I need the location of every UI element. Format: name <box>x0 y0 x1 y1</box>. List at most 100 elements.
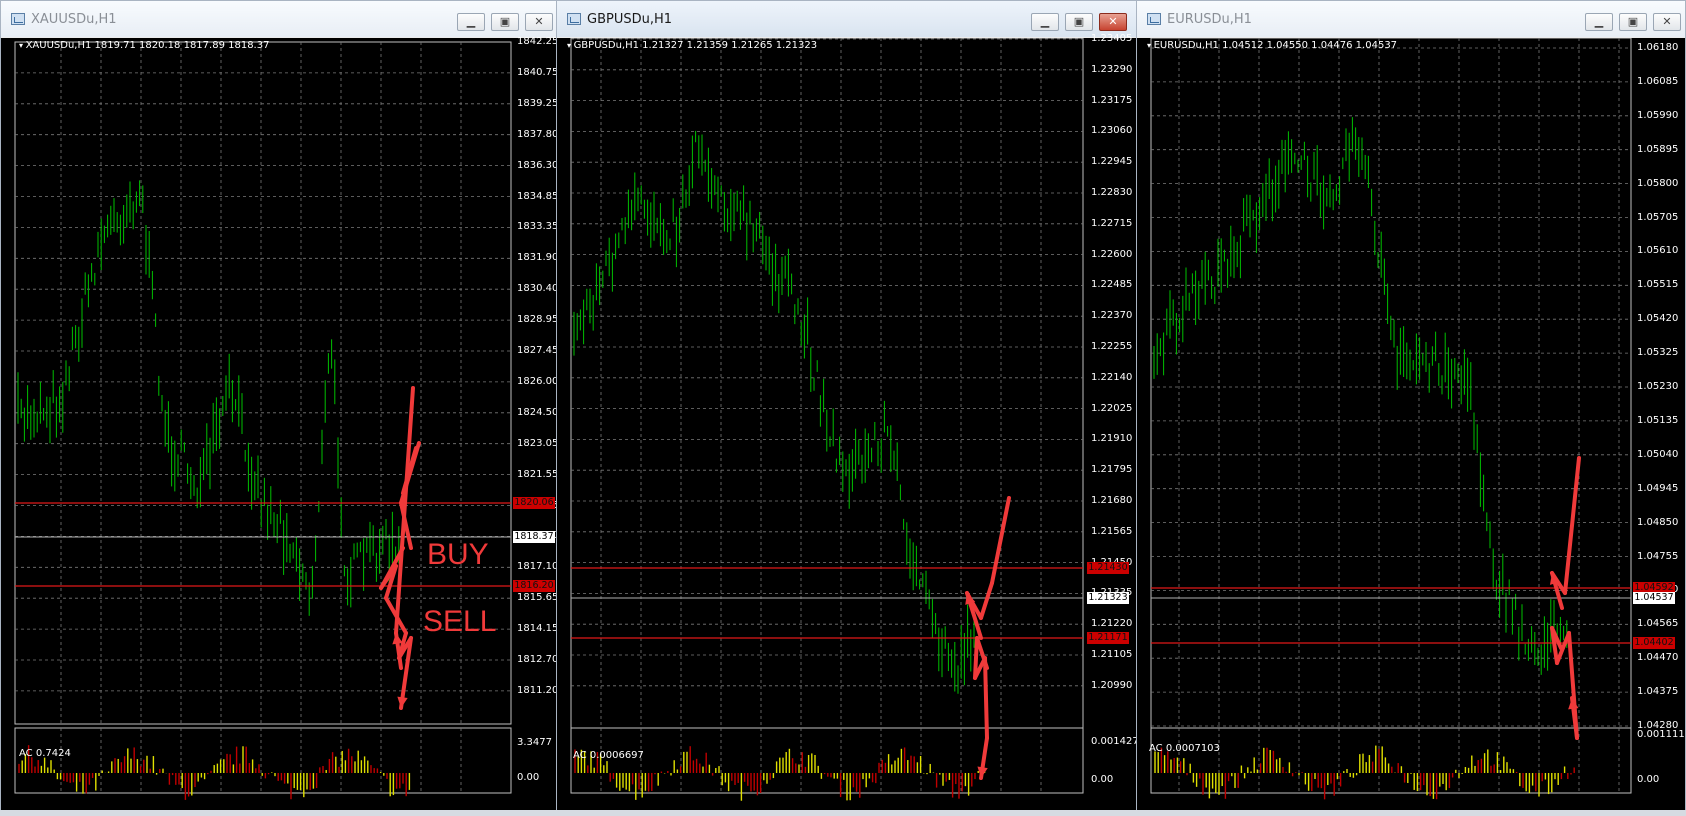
chart-window-icon <box>11 13 25 25</box>
price-tick-label: 1.05705 <box>1637 211 1679 223</box>
price-tick-label: 1.21220 <box>1091 618 1133 630</box>
price-tick-label: 1834.85 <box>517 190 558 202</box>
price-tick-label: 1.05515 <box>1637 279 1679 291</box>
price-tick-label: 1814.15 <box>517 623 558 635</box>
indicator-tick-label: 0.00 <box>517 772 540 783</box>
chart-window-eurusd[interactable]: EURUSDu,H1 ▁ ▣ ✕ EURUSDu,H1 1.04512 1.04… <box>1136 0 1686 816</box>
price-tick-label: 1815.65 <box>517 592 558 604</box>
price-tick-label: 1823.05 <box>517 437 558 449</box>
maximize-button[interactable]: ▣ <box>1619 13 1647 31</box>
price-tick-label: 1812.70 <box>517 654 558 665</box>
window-title: GBPUSDu,H1 <box>587 12 673 27</box>
price-tick-label: 1.05230 <box>1637 381 1679 392</box>
close-button[interactable]: ✕ <box>1653 13 1681 31</box>
price-tick-label: 1.05040 <box>1637 448 1679 460</box>
price-tick-label: 1.05610 <box>1637 245 1679 257</box>
price-tick-label: 1839.25 <box>517 97 558 109</box>
taskbar-strip <box>0 810 1686 816</box>
price-chart[interactable]: EURUSDu,H1 1.04512 1.04550 1.04476 1.045… <box>1137 38 1685 815</box>
price-tick-label: 1.22140 <box>1091 371 1133 383</box>
price-tick-label: 1.05325 <box>1637 347 1679 359</box>
title-bar[interactable]: GBPUSDu,H1 ▁ ▣ ✕ <box>557 1 1137 37</box>
indicator-tick-label: 3.3477 <box>517 737 552 748</box>
price-level-tag: 1.21430 <box>1087 562 1129 574</box>
price-tick-label: 1.21680 <box>1091 495 1133 506</box>
price-tick-label: 1.22715 <box>1091 217 1133 229</box>
symbol-header: EURUSDu,H1 1.04512 1.04550 1.04476 1.045… <box>1147 40 1397 51</box>
price-tick-label: 1833.35 <box>517 221 558 233</box>
chart-canvas[interactable] <box>557 38 1137 816</box>
price-tick-label: 1.22945 <box>1091 156 1133 168</box>
price-level-tag: 1.21323 <box>1087 592 1129 604</box>
price-level-tag: 1816.20 <box>513 580 555 592</box>
indicator-tick-label: 0.00 <box>1637 774 1660 785</box>
ac-indicator-label: AC 0.0007103 <box>1149 743 1220 754</box>
sell-annotation: SELL <box>423 605 497 638</box>
price-tick-label: 1.05420 <box>1637 313 1679 325</box>
price-tick-label: 1.21105 <box>1091 649 1133 660</box>
chart-window-icon <box>567 13 581 25</box>
window-title: EURUSDu,H1 <box>1167 12 1252 27</box>
arrow-stroke <box>983 656 989 740</box>
ac-indicator-label: AC 0.0006697 <box>573 750 644 761</box>
price-tick-label: 1826.00 <box>517 375 558 387</box>
price-level-tag: 1.21171 <box>1087 632 1129 644</box>
chart-window-xauusd[interactable]: XAUUSDu,H1 ▁ ▣ ✕ XAUUSDu,H1 1819.71 1820… <box>0 0 558 816</box>
price-level-tag: 1.04402 <box>1633 637 1675 649</box>
arrow-stroke <box>1563 456 1581 595</box>
price-tick-label: 1.06180 <box>1637 42 1679 53</box>
chart-canvas[interactable] <box>1 38 557 816</box>
grid-lines <box>15 42 511 793</box>
price-tick-label: 1.22830 <box>1091 187 1133 198</box>
price-tick-label: 1811.20 <box>517 684 558 696</box>
minimize-button[interactable]: ▁ <box>1585 13 1613 31</box>
price-tick-label: 1.23405 <box>1091 33 1133 44</box>
chart-window-icon <box>1147 13 1161 25</box>
price-tick-label: 1.05800 <box>1637 177 1679 189</box>
price-tick-label: 1836.30 <box>517 159 558 171</box>
price-tick-label: 1.20990 <box>1091 679 1133 691</box>
price-tick-label: 1.04850 <box>1637 516 1679 528</box>
chart-canvas[interactable] <box>1137 38 1685 816</box>
price-tick-label: 1.21565 <box>1091 525 1133 537</box>
price-tick-label: 1.04755 <box>1637 550 1679 562</box>
price-scale[interactable]: 1.06180 1.06085 1.05990 1.05895 1.05800 1.057… <box>1631 38 1685 815</box>
price-tick-label: 1.21795 <box>1091 464 1133 476</box>
price-tick-label: 1.22255 <box>1091 341 1133 352</box>
minimize-button[interactable]: ▁ <box>1031 13 1059 31</box>
close-button[interactable]: ✕ <box>1099 13 1127 31</box>
minimize-button[interactable]: ▁ <box>457 13 485 31</box>
price-tick-label: 1827.45 <box>517 345 558 356</box>
price-tick-label: 1.22600 <box>1091 248 1133 260</box>
price-tick-label: 1837.80 <box>517 128 558 140</box>
chart-window-gbpusd[interactable]: GBPUSDu,H1 ▁ ▣ ✕ GBPUSDu,H1 1.21327 1.21… <box>556 0 1138 816</box>
price-tick-label: 1.05135 <box>1637 414 1679 426</box>
price-tick-label: 1830.40 <box>517 283 558 295</box>
price-tick-label: 1.23060 <box>1091 125 1133 137</box>
title-bar[interactable]: EURUSDu,H1 ▁ ▣ ✕ <box>1137 1 1685 37</box>
grid-lines <box>1151 38 1631 793</box>
indicator-tick-label: 0.00 <box>1091 774 1114 785</box>
price-tick-label: 1.05895 <box>1637 143 1679 155</box>
price-tick-label: 1.23175 <box>1091 94 1133 106</box>
price-scale[interactable]: 1.23405 1.23290 1.23175 1.23060 1.22945 1.228… <box>1085 33 1137 815</box>
price-tick-label: 1824.50 <box>517 406 558 418</box>
price-scale[interactable]: 1842.25 1840.75 1839.25 1837.80 1836.30 1834.… <box>511 36 558 815</box>
window-title: XAUUSDu,H1 <box>31 12 117 27</box>
price-tick-label: 1817.10 <box>517 561 558 573</box>
price-chart[interactable]: GBPUSDu,H1 1.21327 1.21359 1.21265 1.213… <box>557 33 1137 816</box>
price-tick-label: 1.21910 <box>1091 433 1133 445</box>
symbol-header: GBPUSDu,H1 1.21327 1.21359 1.21265 1.213… <box>567 40 818 51</box>
indicator-frame <box>1150 727 1632 794</box>
price-level-tag: 1.04537 <box>1633 592 1675 604</box>
price-chart[interactable]: XAUUSDu,H1 1819.71 1820.18 1817.89 1818.… <box>1 36 558 816</box>
title-bar[interactable]: XAUUSDu,H1 ▁ ▣ ✕ <box>1 1 557 37</box>
candles <box>1153 117 1568 675</box>
close-button[interactable]: ✕ <box>525 13 553 31</box>
maximize-button[interactable]: ▣ <box>1065 13 1093 31</box>
maximize-button[interactable]: ▣ <box>491 13 519 31</box>
price-tick-label: 1821.55 <box>517 468 558 480</box>
price-tick-label: 1.04945 <box>1637 482 1679 494</box>
price-level-tag: 1820.06 <box>513 497 555 509</box>
price-tick-label: 1.22370 <box>1091 310 1133 322</box>
